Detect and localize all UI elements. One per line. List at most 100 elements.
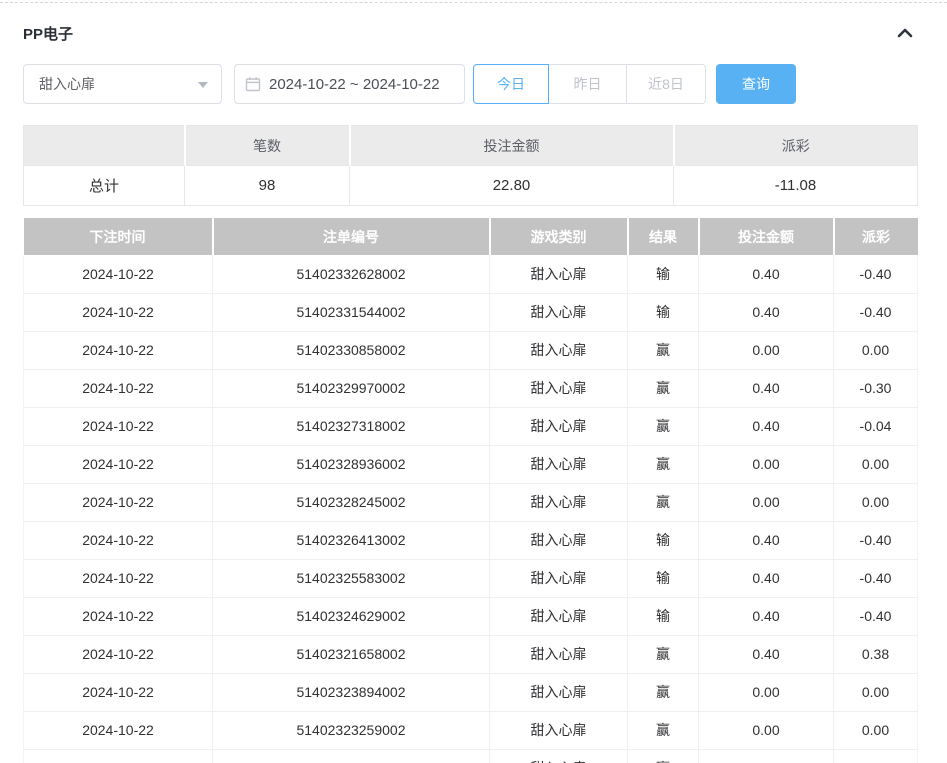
- cell-result: 赢: [628, 407, 699, 445]
- cell-game: 甜入心扉: [490, 635, 628, 673]
- cell-amount: 0.00: [699, 483, 834, 521]
- cell-result: 赢: [628, 369, 699, 407]
- summary-header-row: 笔数投注金额派彩: [24, 126, 918, 166]
- bets-table-body: 2024-10-2251402332628002甜入心扉输0.40-0.4020…: [24, 255, 918, 763]
- cell-amount: 0.40: [699, 597, 834, 635]
- calendar-icon: [245, 76, 261, 92]
- table-row: 2024-10-2251402321658002甜入心扉赢0.400.38: [24, 635, 918, 673]
- yesterday-button[interactable]: 昨日: [548, 64, 627, 104]
- game-select[interactable]: 甜入心扉: [23, 64, 222, 104]
- cell-amount: 0.00: [699, 673, 834, 711]
- summary-header-cell: 笔数: [185, 126, 350, 166]
- cell-result: 输: [628, 293, 699, 331]
- cell-date: 2024-10-22: [24, 293, 213, 331]
- cell-payout: -0.40: [834, 293, 918, 331]
- cell-date: 2024-10-22: [24, 749, 213, 763]
- cell-game: 甜入心扉: [490, 255, 628, 293]
- cell-order_no: 51402327318002: [213, 407, 490, 445]
- cell-game: 甜入心扉: [490, 673, 628, 711]
- cell-game: 甜入心扉: [490, 597, 628, 635]
- bets-header-cell: 投注金额: [699, 218, 834, 255]
- date-range-value: 2024-10-22 ~ 2024-10-22: [269, 76, 440, 93]
- cell-result: 赢: [628, 711, 699, 749]
- bets-header-cell: 派彩: [834, 218, 918, 255]
- cell-amount: 0.40: [699, 635, 834, 673]
- query-button[interactable]: 查询: [716, 64, 796, 104]
- cell-result: 赢: [628, 483, 699, 521]
- summary-header-cell: 投注金额: [350, 126, 674, 166]
- table-row: 2024-10-2251402326413002甜入心扉输0.40-0.40: [24, 521, 918, 559]
- table-row: 2024-10-22 甜入心扉赢: [24, 749, 918, 763]
- cell-amount: 0.40: [699, 369, 834, 407]
- cell-result: 输: [628, 559, 699, 597]
- table-row: 2024-10-2251402324629002甜入心扉输0.40-0.40: [24, 597, 918, 635]
- date-range-input[interactable]: 2024-10-22 ~ 2024-10-22: [234, 64, 465, 104]
- cell-order_no: 51402332628002: [213, 255, 490, 293]
- cell-game: 甜入心扉: [490, 331, 628, 369]
- bets-header-row: 下注时间注单编号游戏类别结果投注金额派彩: [24, 218, 918, 255]
- summary-table: 笔数投注金额派彩 总计9822.80-11.08: [23, 125, 918, 206]
- top-dashed-divider: [0, 2, 947, 3]
- collapse-button[interactable]: [893, 21, 917, 45]
- cell-amount: [699, 749, 834, 763]
- summary-header-cell: 派彩: [674, 126, 918, 166]
- cell-order_no: 51402328245002: [213, 483, 490, 521]
- cell-date: 2024-10-22: [24, 597, 213, 635]
- cell-game: 甜入心扉: [490, 445, 628, 483]
- summary-total-label: 总计: [24, 166, 185, 206]
- cell-date: 2024-10-22: [24, 331, 213, 369]
- cell-order_no: 51402321658002: [213, 635, 490, 673]
- summary-total-value: -11.08: [674, 166, 918, 206]
- cell-date: 2024-10-22: [24, 559, 213, 597]
- cell-payout: [834, 749, 918, 763]
- cell-game: 甜入心扉: [490, 749, 628, 763]
- cell-result: 赢: [628, 749, 699, 763]
- cell-date: 2024-10-22: [24, 369, 213, 407]
- cell-game: 甜入心扉: [490, 711, 628, 749]
- page-title: PP电子: [23, 23, 73, 44]
- cell-payout: -0.04: [834, 407, 918, 445]
- bets-header-cell: 结果: [628, 218, 699, 255]
- table-row: 2024-10-2251402331544002甜入心扉输0.40-0.40: [24, 293, 918, 331]
- table-row: 2024-10-2251402323894002甜入心扉赢0.000.00: [24, 673, 918, 711]
- quick-range-button-group: 今日 昨日 近8日: [473, 64, 706, 104]
- cell-order_no: 51402331544002: [213, 293, 490, 331]
- cell-date: 2024-10-22: [24, 521, 213, 559]
- table-row: 2024-10-2251402329970002甜入心扉赢0.40-0.30: [24, 369, 918, 407]
- cell-date: 2024-10-22: [24, 255, 213, 293]
- cell-amount: 0.40: [699, 521, 834, 559]
- today-button[interactable]: 今日: [473, 64, 549, 104]
- pp-electronics-panel: PP电子 甜入心扉 2024-10-22 ~ 2024-1: [0, 0, 947, 763]
- cell-payout: -0.40: [834, 255, 918, 293]
- cell-date: 2024-10-22: [24, 673, 213, 711]
- cell-result: 输: [628, 597, 699, 635]
- table-row: 2024-10-2251402323259002甜入心扉赢0.000.00: [24, 711, 918, 749]
- bets-header-cell: 注单编号: [213, 218, 490, 255]
- cell-date: 2024-10-22: [24, 483, 213, 521]
- cell-order_no: 51402323259002: [213, 711, 490, 749]
- cell-amount: 0.00: [699, 445, 834, 483]
- cell-amount: 0.40: [699, 407, 834, 445]
- cell-payout: -0.40: [834, 597, 918, 635]
- cell-result: 赢: [628, 673, 699, 711]
- last-8-days-button[interactable]: 近8日: [626, 64, 706, 104]
- cell-order_no: 51402323894002: [213, 673, 490, 711]
- bets-header-cell: 下注时间: [24, 218, 213, 255]
- table-row: 2024-10-2251402325583002甜入心扉输0.40-0.40: [24, 559, 918, 597]
- cell-game: 甜入心扉: [490, 407, 628, 445]
- cell-payout: -0.40: [834, 521, 918, 559]
- cell-date: 2024-10-22: [24, 711, 213, 749]
- filter-bar: 甜入心扉 2024-10-22 ~ 2024-10-22 今日 昨日 近8日 查…: [23, 64, 796, 104]
- cell-payout: -0.40: [834, 559, 918, 597]
- table-row: 2024-10-2251402328936002甜入心扉赢0.000.00: [24, 445, 918, 483]
- cell-payout: 0.38: [834, 635, 918, 673]
- cell-order_no: 51402329970002: [213, 369, 490, 407]
- table-row: 2024-10-2251402332628002甜入心扉输0.40-0.40: [24, 255, 918, 293]
- cell-amount: 0.40: [699, 559, 834, 597]
- cell-date: 2024-10-22: [24, 407, 213, 445]
- table-row: 2024-10-2251402328245002甜入心扉赢0.000.00: [24, 483, 918, 521]
- cell-order_no: 51402326413002: [213, 521, 490, 559]
- cell-payout: 0.00: [834, 711, 918, 749]
- cell-result: 赢: [628, 445, 699, 483]
- summary-total-value: 98: [185, 166, 350, 206]
